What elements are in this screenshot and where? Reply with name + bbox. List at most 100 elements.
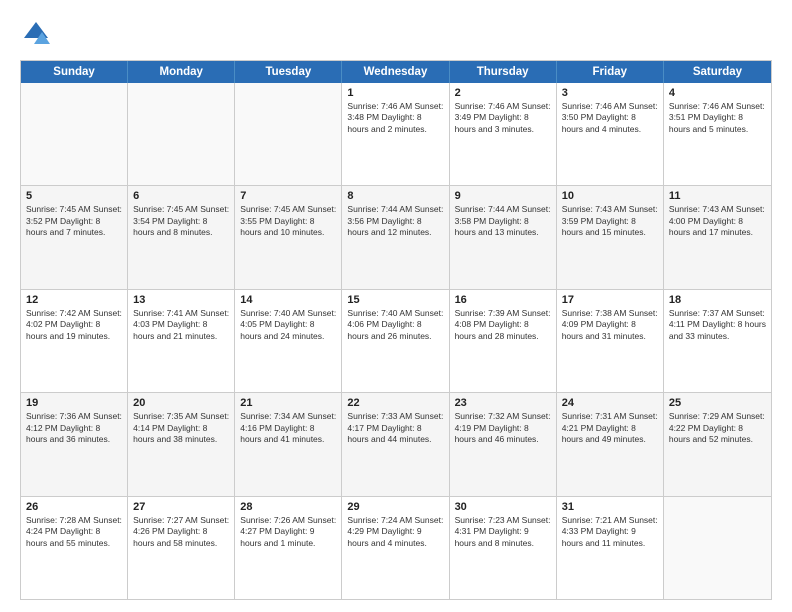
day-number-18: 18: [669, 294, 766, 306]
day-info-23: Sunrise: 7:32 AM Sunset: 4:19 PM Dayligh…: [455, 411, 551, 445]
day-info-5: Sunrise: 7:45 AM Sunset: 3:52 PM Dayligh…: [26, 204, 122, 238]
day-info-15: Sunrise: 7:40 AM Sunset: 4:06 PM Dayligh…: [347, 308, 443, 342]
day-cell-22: 22 Sunrise: 7:33 AM Sunset: 4:17 PM Dayli…: [342, 393, 449, 495]
day-info-20: Sunrise: 7:35 AM Sunset: 4:14 PM Dayligh…: [133, 411, 229, 445]
day-cell-27: 27 Sunrise: 7:27 AM Sunset: 4:26 PM Dayli…: [128, 497, 235, 599]
day-cell-12: 12Sunrise: 7:42 AM Sunset: 4:02 PM Dayli…: [21, 290, 128, 392]
day-cell-13: 13 Sunrise: 7:41 AM Sunset: 4:03 PM Dayli…: [128, 290, 235, 392]
day-cell-17: 17 Sunrise: 7:38 AM Sunset: 4:09 PM Dayli…: [557, 290, 664, 392]
day-cell-21: 21 Sunrise: 7:34 AM Sunset: 4:16 PM Dayli…: [235, 393, 342, 495]
calendar-row-5: 26 Sunrise: 7:28 AM Sunset: 4:24 PM Dayli…: [21, 496, 771, 599]
day-info-30: Sunrise: 7:23 AM Sunset: 4:31 PM Dayligh…: [455, 515, 551, 549]
day-cell-16: 16 Sunrise: 7:39 AM Sunset: 4:08 PM Dayli…: [450, 290, 557, 392]
day-info-16: Sunrise: 7:39 AM Sunset: 4:08 PM Dayligh…: [455, 308, 551, 342]
weekday-header-wednesday: Wednesday: [342, 61, 449, 83]
day-number-13: 13: [133, 294, 229, 306]
day-info-9: Sunrise: 7:44 AM Sunset: 3:58 PM Dayligh…: [455, 204, 551, 238]
day-info-25: Sunrise: 7:29 AM Sunset: 4:22 PM Dayligh…: [669, 411, 766, 445]
day-number-21: 21: [240, 397, 336, 409]
weekday-header-monday: Monday: [128, 61, 235, 83]
weekday-header-thursday: Thursday: [450, 61, 557, 83]
calendar-body: 1 Sunrise: 7:46 AM Sunset: 3:48 PM Daylig…: [21, 83, 771, 599]
day-cell-7: 7 Sunrise: 7:45 AM Sunset: 3:55 PM Daylig…: [235, 186, 342, 288]
weekday-header-saturday: Saturday: [664, 61, 771, 83]
day-number-31: 31: [562, 501, 658, 513]
day-number-4: 4: [669, 87, 766, 99]
calendar-header: SundayMondayTuesdayWednesdayThursdayFrid…: [21, 61, 771, 83]
day-cell-3: 3Sunrise: 7:46 AM Sunset: 3:50 PM Daylig…: [557, 83, 664, 185]
day-number-14: 14: [240, 294, 336, 306]
day-info-10: Sunrise: 7:43 AM Sunset: 3:59 PM Dayligh…: [562, 204, 658, 238]
day-number-3: 3: [562, 87, 658, 99]
header: [20, 18, 772, 50]
day-info-4: Sunrise: 7:46 AM Sunset: 3:51 PM Dayligh…: [669, 101, 766, 135]
day-cell-19: 19 Sunrise: 7:36 AM Sunset: 4:12 PM Dayli…: [21, 393, 128, 495]
day-number-28: 28: [240, 501, 336, 513]
day-cell-25: 25 Sunrise: 7:29 AM Sunset: 4:22 PM Dayli…: [664, 393, 771, 495]
day-cell-1: 1 Sunrise: 7:46 AM Sunset: 3:48 PM Daylig…: [342, 83, 449, 185]
day-info-6: Sunrise: 7:45 AM Sunset: 3:54 PM Dayligh…: [133, 204, 229, 238]
day-number-16: 16: [455, 294, 551, 306]
day-info-22: Sunrise: 7:33 AM Sunset: 4:17 PM Dayligh…: [347, 411, 443, 445]
day-info-1: Sunrise: 7:46 AM Sunset: 3:48 PM Dayligh…: [347, 101, 443, 135]
weekday-header-sunday: Sunday: [21, 61, 128, 83]
day-number-29: 29: [347, 501, 443, 513]
day-number-25: 25: [669, 397, 766, 409]
day-cell-15: 15Sunrise: 7:40 AM Sunset: 4:06 PM Dayli…: [342, 290, 449, 392]
calendar-row-4: 19 Sunrise: 7:36 AM Sunset: 4:12 PM Dayli…: [21, 392, 771, 495]
day-info-21: Sunrise: 7:34 AM Sunset: 4:16 PM Dayligh…: [240, 411, 336, 445]
day-cell-30: 30 Sunrise: 7:23 AM Sunset: 4:31 PM Dayli…: [450, 497, 557, 599]
day-cell-26: 26 Sunrise: 7:28 AM Sunset: 4:24 PM Dayli…: [21, 497, 128, 599]
empty-cell: [664, 497, 771, 599]
day-info-7: Sunrise: 7:45 AM Sunset: 3:55 PM Dayligh…: [240, 204, 336, 238]
day-info-11: Sunrise: 7:43 AM Sunset: 4:00 PM Dayligh…: [669, 204, 766, 238]
day-info-17: Sunrise: 7:38 AM Sunset: 4:09 PM Dayligh…: [562, 308, 658, 342]
day-cell-9: 9Sunrise: 7:44 AM Sunset: 3:58 PM Daylig…: [450, 186, 557, 288]
day-cell-6: 6Sunrise: 7:45 AM Sunset: 3:54 PM Daylig…: [128, 186, 235, 288]
day-cell-11: 11Sunrise: 7:43 AM Sunset: 4:00 PM Dayli…: [664, 186, 771, 288]
day-cell-2: 2Sunrise: 7:46 AM Sunset: 3:49 PM Daylig…: [450, 83, 557, 185]
day-cell-28: 28Sunrise: 7:26 AM Sunset: 4:27 PM Dayli…: [235, 497, 342, 599]
day-number-23: 23: [455, 397, 551, 409]
day-info-18: Sunrise: 7:37 AM Sunset: 4:11 PM Dayligh…: [669, 308, 766, 342]
day-number-19: 19: [26, 397, 122, 409]
weekday-header-tuesday: Tuesday: [235, 61, 342, 83]
day-number-30: 30: [455, 501, 551, 513]
day-cell-18: 18 Sunrise: 7:37 AM Sunset: 4:11 PM Dayli…: [664, 290, 771, 392]
day-info-19: Sunrise: 7:36 AM Sunset: 4:12 PM Dayligh…: [26, 411, 122, 445]
day-info-12: Sunrise: 7:42 AM Sunset: 4:02 PM Dayligh…: [26, 308, 122, 342]
day-cell-5: 5 Sunrise: 7:45 AM Sunset: 3:52 PM Daylig…: [21, 186, 128, 288]
day-number-22: 22: [347, 397, 443, 409]
day-number-20: 20: [133, 397, 229, 409]
day-number-10: 10: [562, 190, 658, 202]
empty-cell: [128, 83, 235, 185]
day-info-26: Sunrise: 7:28 AM Sunset: 4:24 PM Dayligh…: [26, 515, 122, 549]
day-number-7: 7: [240, 190, 336, 202]
day-number-17: 17: [562, 294, 658, 306]
day-info-31: Sunrise: 7:21 AM Sunset: 4:33 PM Dayligh…: [562, 515, 658, 549]
day-number-5: 5: [26, 190, 122, 202]
day-info-27: Sunrise: 7:27 AM Sunset: 4:26 PM Dayligh…: [133, 515, 229, 549]
day-info-29: Sunrise: 7:24 AM Sunset: 4:29 PM Dayligh…: [347, 515, 443, 549]
day-info-24: Sunrise: 7:31 AM Sunset: 4:21 PM Dayligh…: [562, 411, 658, 445]
day-cell-20: 20 Sunrise: 7:35 AM Sunset: 4:14 PM Dayli…: [128, 393, 235, 495]
day-number-27: 27: [133, 501, 229, 513]
day-number-24: 24: [562, 397, 658, 409]
calendar-row-3: 12Sunrise: 7:42 AM Sunset: 4:02 PM Dayli…: [21, 289, 771, 392]
day-number-2: 2: [455, 87, 551, 99]
day-number-8: 8: [347, 190, 443, 202]
calendar: SundayMondayTuesdayWednesdayThursdayFrid…: [20, 60, 772, 600]
day-cell-14: 14Sunrise: 7:40 AM Sunset: 4:05 PM Dayli…: [235, 290, 342, 392]
day-cell-31: 31 Sunrise: 7:21 AM Sunset: 4:33 PM Dayli…: [557, 497, 664, 599]
page: SundayMondayTuesdayWednesdayThursdayFrid…: [0, 0, 792, 612]
weekday-header-friday: Friday: [557, 61, 664, 83]
day-number-1: 1: [347, 87, 443, 99]
calendar-row-2: 5 Sunrise: 7:45 AM Sunset: 3:52 PM Daylig…: [21, 185, 771, 288]
day-info-13: Sunrise: 7:41 AM Sunset: 4:03 PM Dayligh…: [133, 308, 229, 342]
logo-icon: [20, 18, 52, 50]
day-number-26: 26: [26, 501, 122, 513]
day-cell-10: 10 Sunrise: 7:43 AM Sunset: 3:59 PM Dayli…: [557, 186, 664, 288]
empty-cell: [235, 83, 342, 185]
logo: [20, 18, 56, 50]
day-cell-24: 24 Sunrise: 7:31 AM Sunset: 4:21 PM Dayli…: [557, 393, 664, 495]
